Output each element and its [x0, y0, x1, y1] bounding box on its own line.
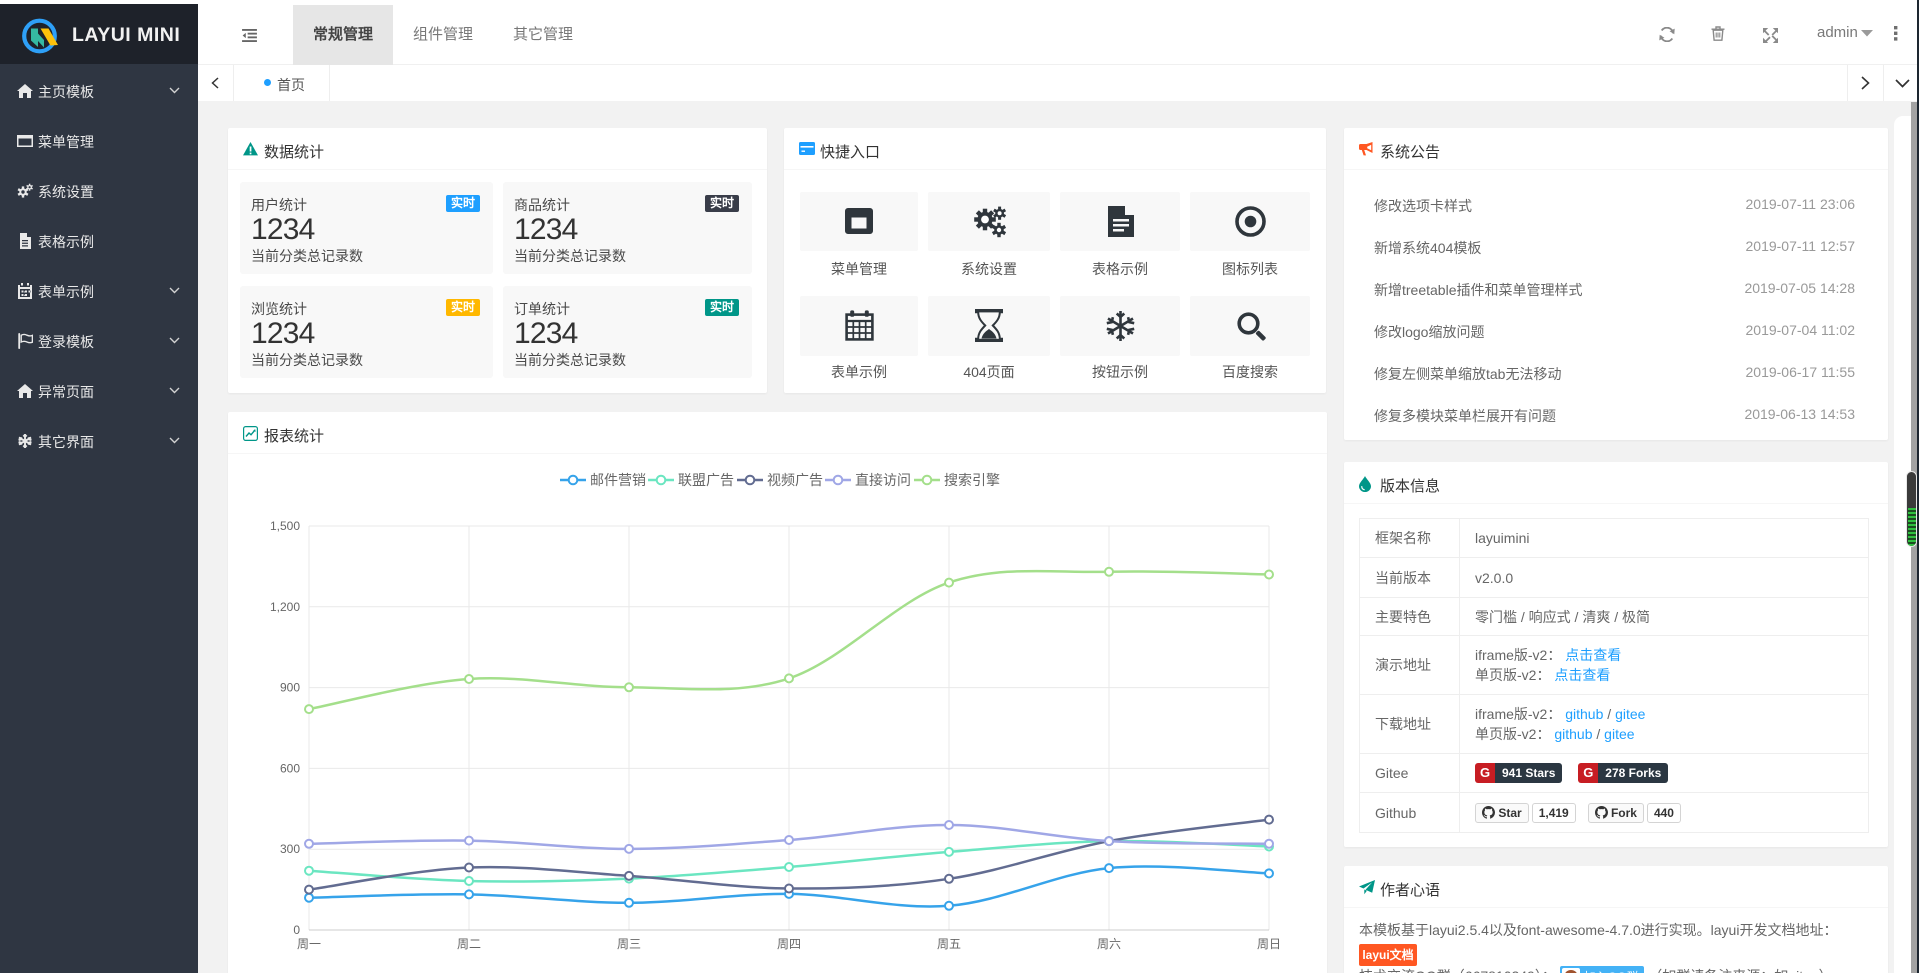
svg-text:周二: 周二 [457, 937, 481, 951]
svg-text:0: 0 [293, 923, 300, 937]
svg-text:900: 900 [280, 681, 300, 695]
svg-text:300: 300 [280, 842, 300, 856]
svg-text:周四: 周四 [777, 937, 801, 951]
svg-text:周三: 周三 [617, 937, 641, 951]
svg-text:1,200: 1,200 [270, 600, 300, 614]
svg-text:周五: 周五 [937, 937, 961, 951]
svg-text:周一: 周一 [297, 937, 321, 951]
svg-text:600: 600 [280, 761, 300, 775]
svg-text:周六: 周六 [1097, 937, 1121, 951]
svg-text:1,500: 1,500 [270, 519, 300, 533]
svg-text:周日: 周日 [1257, 937, 1281, 951]
